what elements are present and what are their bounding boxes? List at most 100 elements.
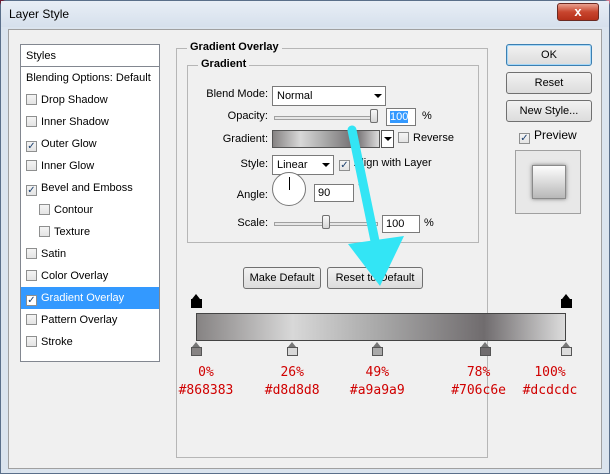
- color-stop-marker[interactable]: [479, 342, 491, 356]
- styles-item-checkbox[interactable]: [26, 160, 37, 171]
- ok-button[interactable]: OK: [506, 44, 592, 66]
- angle-value: 90: [318, 187, 331, 199]
- stop-color: #dcdcdc: [522, 383, 578, 398]
- styles-item-drop-shadow[interactable]: Drop Shadow: [21, 89, 159, 111]
- opacity-slider-thumb[interactable]: [370, 109, 378, 123]
- layer-style-dialog: Layer Style x Styles Blending Options: D…: [0, 0, 610, 474]
- angle-dial[interactable]: [272, 172, 306, 206]
- styles-item-checkbox[interactable]: [39, 226, 50, 237]
- styles-item-checkbox[interactable]: [26, 270, 37, 281]
- styles-item-checkbox[interactable]: [26, 314, 37, 325]
- reverse-checkbox[interactable]: Reverse: [398, 132, 454, 144]
- color-stop-marker[interactable]: [191, 342, 202, 356]
- color-stop-marker[interactable]: [287, 342, 299, 356]
- styles-item-pattern-overlay[interactable]: Pattern Overlay: [21, 309, 159, 331]
- styles-item-gradient-overlay[interactable]: ✓ Gradient Overlay: [21, 287, 159, 309]
- styles-list: Styles Blending Options: Default Drop Sha…: [20, 44, 160, 362]
- color-stop-marker[interactable]: [372, 342, 384, 356]
- color-stop-marker[interactable]: [561, 342, 572, 356]
- reset-to-default-button[interactable]: Reset to Default: [327, 267, 423, 289]
- styles-item-checkbox[interactable]: [26, 94, 37, 105]
- align-with-layer-checkbox[interactable]: ✓ Align with Layer: [339, 157, 432, 171]
- stop-position: 100%: [534, 365, 566, 380]
- window-title: Layer Style: [9, 7, 70, 21]
- opacity-input[interactable]: 100: [386, 108, 416, 126]
- angle-input[interactable]: 90: [314, 184, 354, 202]
- blend-mode-value: Normal: [277, 90, 313, 102]
- styles-item-inner-shadow[interactable]: Inner Shadow: [21, 111, 159, 133]
- styles-item-label: Blending Options: Default: [26, 72, 151, 84]
- align-label: Align with Layer: [354, 157, 432, 169]
- styles-header[interactable]: Styles: [21, 45, 159, 67]
- dialog-client: Styles Blending Options: Default Drop Sha…: [8, 29, 602, 469]
- angle-unit: °: [358, 182, 363, 194]
- opacity-value: 100: [390, 111, 409, 123]
- style-select[interactable]: Linear: [272, 155, 334, 175]
- blend-mode-label: Blend Mode:: [206, 88, 268, 100]
- opacity-stop-marker[interactable]: [191, 294, 202, 308]
- new-style-button[interactable]: New Style...: [506, 100, 592, 122]
- styles-item-satin[interactable]: Satin: [21, 243, 159, 265]
- angle-needle: [289, 177, 290, 190]
- close-button[interactable]: x: [557, 3, 599, 21]
- style-preview: [515, 150, 581, 214]
- styles-item-checkbox[interactable]: ✓: [26, 295, 37, 306]
- preview-checkbox-box[interactable]: ✓: [519, 133, 530, 144]
- color-stop-label: 100% #dcdcdc: [510, 364, 590, 400]
- gradient-bar[interactable]: [196, 313, 566, 341]
- styles-item-color-overlay[interactable]: Color Overlay: [21, 265, 159, 287]
- scale-slider-thumb[interactable]: [322, 215, 330, 229]
- gradient-preview[interactable]: [272, 130, 380, 148]
- preview-checkbox[interactable]: ✓ Preview: [519, 128, 577, 144]
- chevron-down-icon: [384, 137, 392, 141]
- stop-color: #a9a9a9: [349, 383, 405, 398]
- blend-mode-select[interactable]: Normal: [272, 86, 386, 106]
- styles-item-label: Gradient Overlay: [41, 292, 125, 304]
- styles-item-contour[interactable]: Contour: [21, 199, 159, 221]
- reverse-checkbox-box[interactable]: [398, 132, 409, 143]
- stop-position: 49%: [365, 365, 390, 380]
- stop-position: 26%: [280, 365, 304, 380]
- color-stop-label: 26% #d8d8d8: [252, 364, 332, 400]
- scale-input[interactable]: 100: [382, 215, 420, 233]
- reverse-label: Reverse: [413, 132, 454, 144]
- title-bar[interactable]: Layer Style x: [1, 1, 609, 27]
- reset-button[interactable]: Reset: [506, 72, 592, 94]
- styles-item-stroke[interactable]: Stroke: [21, 331, 159, 353]
- stop-color: #706c6e: [451, 383, 506, 398]
- scale-label: Scale:: [237, 217, 268, 229]
- styles-rows: Blending Options: Default Drop Shadow Inne…: [21, 67, 159, 353]
- color-stop-label: 78% #706c6e: [439, 364, 519, 400]
- styles-item-label: Color Overlay: [41, 270, 109, 282]
- styles-item-label: Drop Shadow: [41, 94, 108, 106]
- styles-item-label: Stroke: [41, 336, 73, 348]
- scale-unit: %: [424, 217, 434, 229]
- styles-item-inner-glow[interactable]: Inner Glow: [21, 155, 159, 177]
- chevron-down-icon: [374, 94, 382, 98]
- styles-item-checkbox[interactable]: [39, 204, 50, 215]
- styles-item-checkbox[interactable]: [26, 116, 37, 127]
- styles-item-checkbox[interactable]: [26, 248, 37, 259]
- styles-item-checkbox[interactable]: ✓: [26, 185, 37, 196]
- opacity-label: Opacity:: [227, 110, 268, 122]
- opacity-stop-marker[interactable]: [561, 294, 572, 308]
- align-checkbox-box[interactable]: ✓: [339, 160, 350, 171]
- styles-item-bevel-and-emboss[interactable]: ✓ Bevel and Emboss: [21, 177, 159, 199]
- styles-item-checkbox[interactable]: [26, 336, 37, 347]
- scale-value: 100: [386, 218, 405, 230]
- style-value: Linear: [277, 159, 308, 171]
- opacity-unit: %: [422, 110, 432, 122]
- stop-position: 78%: [466, 365, 491, 380]
- chevron-down-icon: [322, 163, 330, 167]
- styles-item-label: Texture: [54, 226, 91, 238]
- styles-item-texture[interactable]: Texture: [21, 221, 159, 243]
- styles-item-checkbox[interactable]: ✓: [26, 141, 37, 152]
- styles-item-label: Outer Glow: [41, 138, 97, 150]
- gradient-inner-group: Gradient Blend Mode: Normal Opacity: 100…: [187, 58, 479, 243]
- opacity-slider[interactable]: [274, 116, 378, 120]
- gradient-dropdown[interactable]: [381, 130, 394, 148]
- make-default-button[interactable]: Make Default: [243, 267, 321, 289]
- color-stop-label: 49% #a9a9a9: [337, 364, 417, 400]
- styles-item-outer-glow[interactable]: ✓ Outer Glow: [21, 133, 159, 155]
- styles-item-blending-options-default[interactable]: Blending Options: Default: [21, 67, 159, 89]
